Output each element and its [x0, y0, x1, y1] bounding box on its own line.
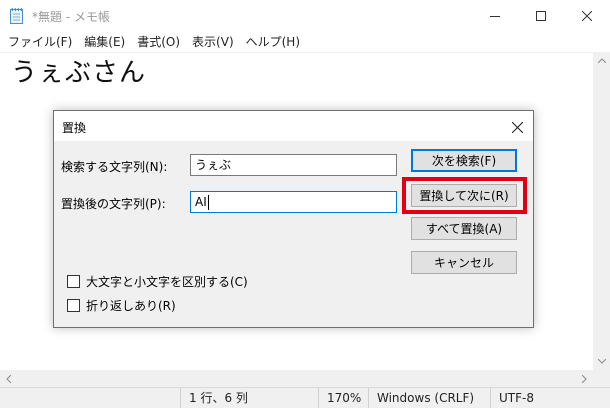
- status-position: 1 行、6 列: [180, 388, 318, 408]
- replace-label: 置換後の文字列(P):: [61, 197, 166, 211]
- minimize-button[interactable]: [472, 0, 518, 32]
- scroll-corner: [593, 370, 610, 387]
- horizontal-scrollbar[interactable]: [0, 370, 593, 387]
- notepad-icon: [9, 7, 25, 25]
- replace-input-value: AI: [195, 195, 207, 209]
- menu-file[interactable]: ファイル(F): [0, 32, 78, 52]
- menu-help[interactable]: ヘルプ(H): [240, 32, 306, 52]
- match-case-label: 大文字と小文字を区別する(C): [86, 275, 248, 289]
- maximize-button[interactable]: [518, 0, 564, 32]
- match-case-checkbox[interactable]: [67, 275, 80, 288]
- match-case-option[interactable]: 大文字と小文字を区別する(C): [67, 273, 248, 290]
- editor-content: うぇぶさん: [11, 58, 147, 88]
- maximize-icon: [536, 11, 546, 21]
- replace-input[interactable]: AI: [190, 191, 397, 213]
- scroll-up-icon[interactable]: [593, 52, 610, 69]
- wrap-around-label: 折り返しあり(R): [86, 299, 176, 313]
- cancel-button[interactable]: キャンセル: [411, 251, 517, 274]
- menu-format[interactable]: 書式(O): [131, 32, 186, 52]
- menu-view[interactable]: 表示(V): [186, 32, 240, 52]
- wrap-around-option[interactable]: 折り返しあり(R): [67, 297, 176, 314]
- menu-bar: ファイル(F) 編集(E) 書式(O) 表示(V) ヘルプ(H): [0, 32, 610, 52]
- scroll-left-icon[interactable]: [0, 370, 17, 387]
- wrap-around-checkbox[interactable]: [67, 299, 80, 312]
- window-title: *無題 - メモ帳: [32, 10, 110, 24]
- vertical-scrollbar[interactable]: [593, 52, 610, 370]
- status-zoom: 170%: [318, 388, 368, 408]
- close-icon: [582, 11, 592, 21]
- scroll-down-icon[interactable]: [593, 353, 610, 370]
- window-titlebar: *無題 - メモ帳: [0, 0, 610, 32]
- menu-edit[interactable]: 編集(E): [78, 32, 131, 52]
- status-line-ending: Windows (CRLF): [368, 388, 490, 408]
- close-icon: [511, 121, 523, 133]
- find-input[interactable]: うぇぶ: [190, 154, 397, 176]
- dialog-title: 置換: [62, 121, 87, 135]
- replace-next-button[interactable]: 置換して次に(R): [411, 184, 517, 207]
- replace-dialog: 置換 検索する文字列(N): うぇぶ 置換後の文字列(P): AI 次を検索(F…: [53, 110, 534, 328]
- minimize-icon: [490, 16, 500, 17]
- status-encoding: UTF-8: [490, 388, 610, 408]
- find-input-value: うぇぶ: [195, 158, 232, 172]
- find-next-button[interactable]: 次を検索(F): [411, 149, 517, 172]
- find-label: 検索する文字列(N):: [61, 160, 168, 174]
- status-bar: 1 行、6 列 170% Windows (CRLF) UTF-8: [0, 387, 610, 408]
- scroll-right-icon[interactable]: [576, 370, 593, 387]
- dialog-close-button[interactable]: [507, 117, 527, 137]
- text-caret: [207, 195, 209, 210]
- dialog-titlebar: 置換: [54, 111, 533, 141]
- replace-all-button[interactable]: すべて置換(A): [411, 217, 517, 240]
- close-button[interactable]: [564, 0, 610, 32]
